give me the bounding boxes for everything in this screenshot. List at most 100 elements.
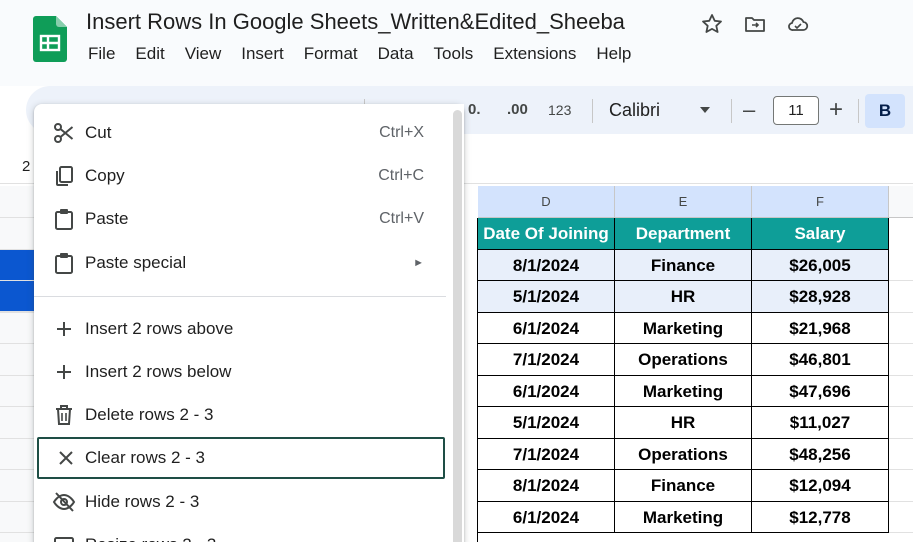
decrease-decimal-button[interactable]: 0. bbox=[468, 86, 481, 134]
table-header-cell[interactable]: Salary bbox=[752, 218, 889, 250]
paste-special-label: Paste special bbox=[85, 253, 187, 272]
gridline bbox=[889, 280, 913, 281]
clipboard-icon bbox=[55, 253, 73, 274]
menu-view[interactable]: View bbox=[185, 44, 222, 64]
salary-cell[interactable]: $28,928 bbox=[752, 281, 889, 313]
number-format-button[interactable]: 123 bbox=[548, 86, 571, 134]
menu-tools[interactable]: Tools bbox=[434, 44, 474, 64]
scissors-icon bbox=[54, 123, 74, 143]
department-cell[interactable]: Marketing bbox=[615, 501, 752, 533]
department-cell[interactable]: Operations bbox=[615, 438, 752, 470]
department-cell[interactable]: HR bbox=[615, 407, 752, 439]
font-select[interactable]: Calibri bbox=[609, 86, 660, 134]
paste-shortcut: Ctrl+V bbox=[379, 210, 424, 227]
date-cell[interactable]: 6/1/2024 bbox=[478, 312, 615, 344]
department-cell[interactable]: Marketing bbox=[615, 375, 752, 407]
department-cell[interactable]: Operations bbox=[615, 344, 752, 376]
gridline bbox=[889, 406, 913, 407]
font-size-input[interactable]: 11 bbox=[773, 96, 819, 125]
sheets-logo-icon[interactable] bbox=[33, 16, 67, 62]
menu-data[interactable]: Data bbox=[378, 44, 414, 64]
menu-insert[interactable]: Insert bbox=[241, 44, 284, 64]
table-left-border bbox=[477, 218, 478, 542]
column-header-d[interactable]: D bbox=[478, 186, 615, 218]
date-cell[interactable]: 8/1/2024 bbox=[478, 470, 615, 502]
department-cell[interactable]: Marketing bbox=[615, 312, 752, 344]
gridline bbox=[889, 469, 913, 470]
column-header-g[interactable] bbox=[889, 186, 913, 218]
department-cell[interactable]: Finance bbox=[615, 249, 752, 281]
copy-icon bbox=[56, 166, 73, 186]
menu-bar: File Edit View Insert Format Data Tools … bbox=[88, 44, 651, 64]
cloud-status-icon[interactable] bbox=[786, 12, 810, 36]
star-icon[interactable] bbox=[700, 12, 724, 36]
cut-shortcut: Ctrl+X bbox=[379, 124, 424, 141]
menu-item-delete-rows[interactable]: Delete rows 2 - 3 bbox=[34, 394, 446, 436]
hide-rows-label: Hide rows 2 - 3 bbox=[85, 492, 200, 511]
menu-scrollbar-thumb[interactable] bbox=[453, 110, 462, 542]
date-cell[interactable]: 5/1/2024 bbox=[478, 281, 615, 313]
gridline bbox=[889, 311, 913, 313]
resize-icon bbox=[54, 537, 74, 542]
salary-cell[interactable]: $21,968 bbox=[752, 312, 889, 344]
date-cell[interactable]: 8/1/2024 bbox=[478, 249, 615, 281]
table-header-cell[interactable]: Date Of Joining bbox=[478, 218, 615, 250]
name-box[interactable]: 2 bbox=[22, 158, 30, 175]
date-cell[interactable]: 7/1/2024 bbox=[478, 344, 615, 376]
salary-cell[interactable]: $26,005 bbox=[752, 249, 889, 281]
toolbar-divider bbox=[858, 99, 859, 123]
insert-below-label: Insert 2 rows below bbox=[85, 362, 232, 381]
salary-cell[interactable]: $12,094 bbox=[752, 470, 889, 502]
gridline bbox=[889, 500, 913, 502]
department-cell[interactable]: HR bbox=[615, 281, 752, 313]
bold-button[interactable]: B bbox=[865, 94, 905, 128]
increase-font-size-button[interactable]: + bbox=[829, 86, 843, 134]
menu-item-paste[interactable]: Paste Ctrl+V bbox=[34, 198, 446, 240]
app-header: Insert Rows In Google Sheets_Written&Edi… bbox=[0, 0, 913, 86]
menu-format[interactable]: Format bbox=[304, 44, 358, 64]
salary-cell[interactable]: $48,256 bbox=[752, 438, 889, 470]
gridline bbox=[889, 437, 913, 439]
eye-off-icon bbox=[52, 492, 76, 512]
menu-extensions[interactable]: Extensions bbox=[493, 44, 576, 64]
salary-cell[interactable]: $46,801 bbox=[752, 344, 889, 376]
document-title[interactable]: Insert Rows In Google Sheets_Written&Edi… bbox=[86, 9, 625, 35]
chevron-down-icon[interactable] bbox=[699, 105, 711, 115]
copy-shortcut: Ctrl+C bbox=[378, 167, 424, 184]
date-cell[interactable]: 5/1/2024 bbox=[478, 407, 615, 439]
toolbar-divider bbox=[731, 99, 732, 123]
menu-file[interactable]: File bbox=[88, 44, 115, 64]
menu-item-paste-special[interactable]: Paste special ► bbox=[34, 242, 446, 284]
date-cell[interactable]: 6/1/2024 bbox=[478, 375, 615, 407]
menu-item-clear-rows[interactable]: Clear rows 2 - 3 bbox=[37, 437, 445, 479]
toolbar-divider bbox=[592, 99, 593, 123]
menu-item-resize-rows[interactable]: Resize rows 2 - 3 bbox=[34, 524, 446, 542]
salary-cell[interactable]: $12,778 bbox=[752, 501, 889, 533]
menu-edit[interactable]: Edit bbox=[135, 44, 164, 64]
department-cell[interactable]: Finance bbox=[615, 470, 752, 502]
menu-item-hide-rows[interactable]: Hide rows 2 - 3 bbox=[34, 481, 446, 523]
cut-label: Cut bbox=[85, 123, 112, 142]
submenu-arrow-icon: ► bbox=[413, 257, 424, 269]
decrease-font-size-button[interactable]: – bbox=[743, 86, 755, 134]
insert-above-label: Insert 2 rows above bbox=[85, 319, 234, 338]
salary-cell[interactable]: $11,027 bbox=[752, 407, 889, 439]
table-header-cell[interactable]: Department bbox=[615, 218, 752, 250]
menu-item-cut[interactable]: Cut Ctrl+X bbox=[34, 112, 446, 154]
column-header-f[interactable]: F bbox=[752, 186, 889, 218]
increase-decimal-button[interactable]: .00 bbox=[507, 86, 528, 134]
date-cell[interactable]: 7/1/2024 bbox=[478, 438, 615, 470]
column-header-e[interactable]: E bbox=[615, 186, 752, 218]
menu-divider bbox=[34, 296, 446, 297]
menu-item-copy[interactable]: Copy Ctrl+C bbox=[34, 155, 446, 197]
menu-item-insert-rows-below[interactable]: Insert 2 rows below bbox=[34, 351, 446, 393]
gridline bbox=[889, 374, 913, 376]
close-icon bbox=[59, 451, 73, 465]
salary-cell[interactable]: $47,696 bbox=[752, 375, 889, 407]
clipboard-icon bbox=[55, 209, 73, 230]
resize-rows-label: Resize rows 2 - 3 bbox=[85, 524, 216, 542]
menu-help[interactable]: Help bbox=[596, 44, 631, 64]
menu-item-insert-rows-above[interactable]: Insert 2 rows above bbox=[34, 308, 446, 350]
date-cell[interactable]: 6/1/2024 bbox=[478, 501, 615, 533]
move-folder-icon[interactable] bbox=[743, 12, 767, 36]
